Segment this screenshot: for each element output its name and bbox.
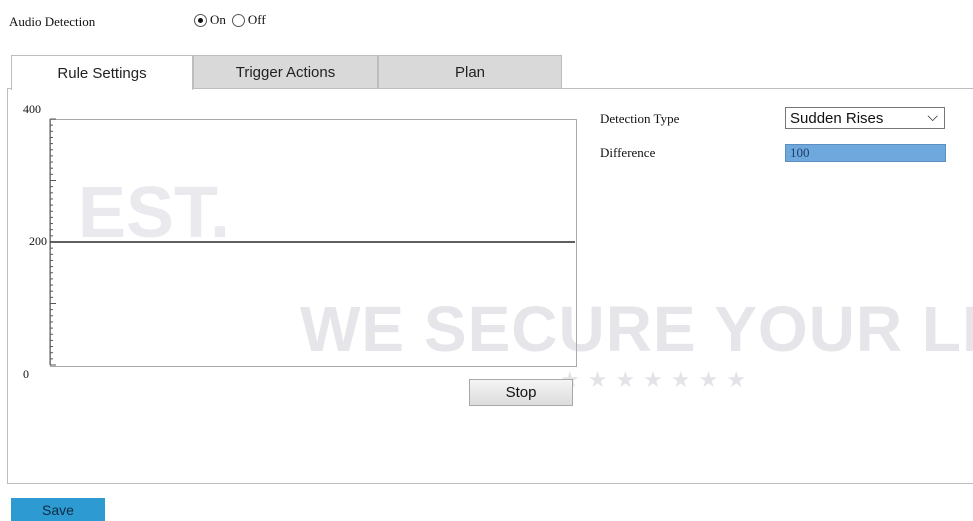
chevron-down-icon: ⌵ bbox=[927, 109, 938, 125]
detection-type-select[interactable]: Sudden Rises ⌵ bbox=[785, 107, 945, 129]
tab-bar: Rule Settings Trigger Actions Plan bbox=[11, 55, 562, 90]
audio-chart bbox=[49, 118, 575, 366]
radio-on[interactable]: On bbox=[194, 12, 226, 28]
difference-input[interactable]: 100 bbox=[785, 144, 946, 162]
save-button[interactable]: Save bbox=[11, 498, 105, 521]
tab-rule-settings[interactable]: Rule Settings bbox=[11, 55, 193, 90]
difference-label: Difference bbox=[600, 145, 656, 160]
detection-type-value: Sudden Rises bbox=[790, 109, 884, 127]
y-tick-400: 400 bbox=[23, 102, 41, 116]
audio-detection-label: Audio Detection bbox=[9, 14, 96, 29]
radio-off-label: Off bbox=[247, 12, 266, 27]
radio-on-label: On bbox=[210, 12, 226, 27]
stop-button[interactable]: Stop bbox=[469, 379, 573, 406]
radio-off[interactable]: Off bbox=[231, 12, 266, 28]
y-tick-0: 0 bbox=[23, 367, 29, 381]
radio-off-dot[interactable] bbox=[231, 13, 245, 27]
tab-baseline bbox=[562, 88, 973, 89]
radio-on-dot[interactable] bbox=[194, 13, 207, 27]
detection-type-label: Detection Type bbox=[600, 111, 680, 126]
tab-trigger-actions[interactable]: Trigger Actions bbox=[193, 55, 378, 88]
tab-plan[interactable]: Plan bbox=[378, 55, 562, 88]
audio-detection-toggle: On Off bbox=[194, 12, 270, 28]
